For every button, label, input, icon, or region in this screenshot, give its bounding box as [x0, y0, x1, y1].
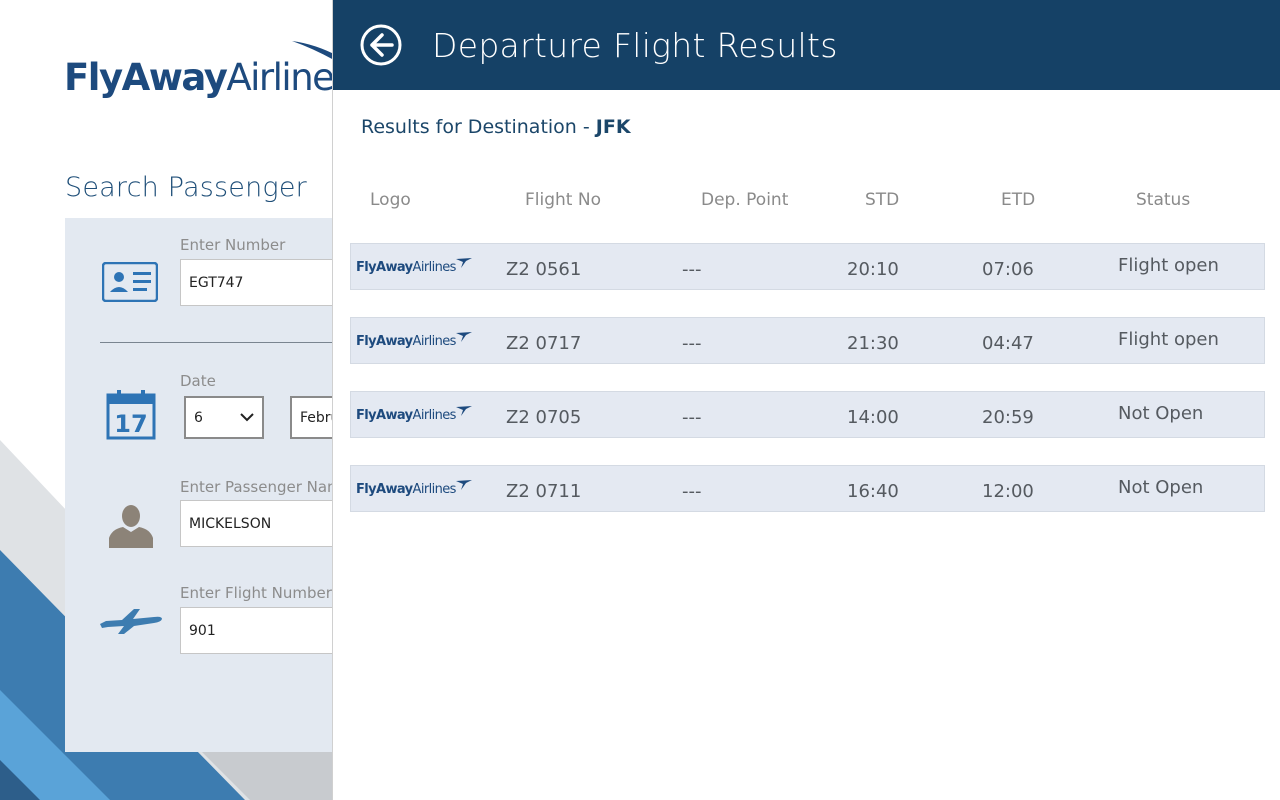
back-button[interactable]: [360, 24, 402, 66]
chevron-down-icon: [240, 413, 254, 422]
flight-no-cell: Z2 0711: [506, 481, 582, 502]
dep-point-cell: ---: [682, 481, 702, 502]
divider: [100, 342, 340, 343]
calendar-icon: 17: [106, 390, 156, 440]
swoosh-icon: [456, 332, 472, 342]
date-day-select[interactable]: 6: [184, 396, 264, 439]
brand-logo: FlyAwayAirlines: [64, 38, 354, 108]
std-cell: 16:40: [847, 481, 899, 502]
airline-logo: FlyAwayAirlines: [356, 331, 476, 351]
swoosh-icon: [456, 406, 472, 416]
number-input[interactable]: EGT747: [180, 259, 340, 306]
passenger-label: Enter Passenger Nam: [180, 478, 342, 496]
column-header-logo: Logo: [370, 190, 411, 210]
flight-row[interactable]: FlyAwayAirlines Z2 0717 --- 21:30 04:47 …: [350, 317, 1265, 364]
arrow-left-icon: [370, 33, 394, 57]
flight-row[interactable]: FlyAwayAirlines Z2 0705 --- 14:00 20:59 …: [350, 391, 1265, 438]
column-header-std: STD: [865, 190, 900, 210]
status-cell: Flight open: [1118, 255, 1219, 276]
date-day-value: 6: [194, 409, 203, 426]
column-header-etd: ETD: [1001, 190, 1036, 210]
id-card-icon: [102, 262, 158, 302]
calendar-day-text: 17: [114, 410, 147, 438]
status-cell: Not Open: [1118, 477, 1204, 498]
results-subtitle: Results for Destination - JFK: [361, 116, 631, 138]
airplane-icon: [100, 609, 162, 634]
subtitle-prefix: Results for Destination -: [361, 116, 596, 138]
swoosh-icon: [456, 480, 472, 490]
dep-point-cell: ---: [682, 333, 702, 354]
person-icon: [109, 505, 153, 548]
column-header-status: Status: [1136, 190, 1191, 210]
swoosh-icon: [456, 258, 472, 268]
column-header-dep-point: Dep. Point: [701, 190, 789, 210]
std-cell: 20:10: [847, 259, 899, 280]
flight-number-input[interactable]: 901: [180, 607, 340, 654]
flight-no-cell: Z2 0561: [506, 259, 582, 280]
etd-cell: 12:00: [982, 481, 1034, 502]
flight-row[interactable]: FlyAwayAirlines Z2 0711 --- 16:40 12:00 …: [350, 465, 1265, 512]
etd-cell: 04:47: [982, 333, 1034, 354]
etd-cell: 07:06: [982, 259, 1034, 280]
std-cell: 14:00: [847, 407, 899, 428]
dep-point-cell: ---: [682, 259, 702, 280]
flight-no-cell: Z2 0717: [506, 333, 582, 354]
airline-logo: FlyAwayAirlines: [356, 479, 476, 499]
flight-row[interactable]: FlyAwayAirlines Z2 0561 --- 20:10 07:06 …: [350, 243, 1265, 290]
flyout-header: Departure Flight Results: [333, 0, 1280, 90]
destination-code: JFK: [595, 116, 631, 138]
etd-cell: 20:59: [982, 407, 1034, 428]
std-cell: 21:30: [847, 333, 899, 354]
date-label: Date: [180, 372, 216, 390]
status-cell: Flight open: [1118, 329, 1219, 350]
flight-label: Enter Flight Number: [180, 584, 332, 602]
departure-results-flyout: Departure Flight Results Results for Des…: [333, 0, 1280, 800]
column-header-flight-no: Flight No: [525, 190, 601, 210]
passenger-name-input[interactable]: MICKELSON: [180, 500, 340, 547]
status-cell: Not Open: [1118, 403, 1204, 424]
number-label: Enter Number: [180, 236, 286, 254]
dep-point-cell: ---: [682, 407, 702, 428]
airline-logo: FlyAwayAirlines: [356, 405, 476, 425]
airline-logo: FlyAwayAirlines: [356, 257, 476, 277]
page-title: Departure Flight Results: [432, 26, 838, 65]
flight-no-cell: Z2 0705: [506, 407, 582, 428]
search-title: Search Passenger: [65, 172, 307, 203]
